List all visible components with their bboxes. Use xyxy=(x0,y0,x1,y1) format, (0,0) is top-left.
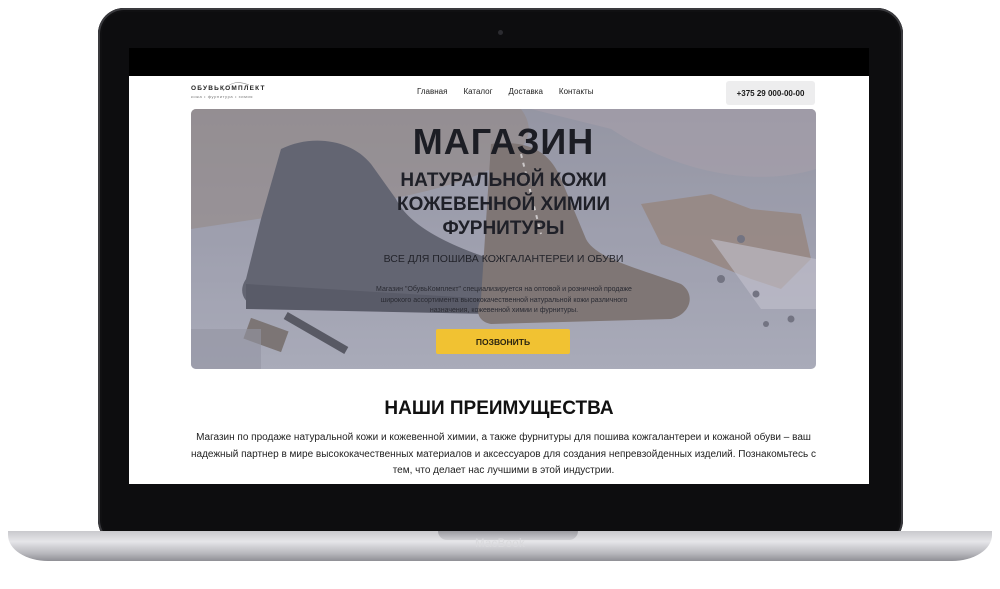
hero-banner: МАГАЗИН НАТУРАЛЬНОЙ КОЖИ КОЖЕВЕННОЙ ХИМИ… xyxy=(191,109,816,369)
hero-subtitle-line: НАТУРАЛЬНОЙ КОЖИ xyxy=(400,170,607,191)
logo[interactable]: ОБУВЬКОМПЛЕКТ кожа • фурнитура • химия xyxy=(191,82,266,99)
call-button[interactable]: ПОЗВОНИТЬ xyxy=(436,329,570,354)
advantages-text: Магазин по продаже натуральной кожи и ко… xyxy=(191,432,816,476)
hero-subtitle: НАТУРАЛЬНОЙ КОЖИ КОЖЕВЕННОЙ ХИМИИ ФУРНИТ… xyxy=(191,169,816,241)
nav-item-contacts[interactable]: Контакты xyxy=(559,87,594,96)
advantages-title: НАШИ ПРЕИМУЩЕСТВА xyxy=(384,398,614,419)
main-nav: Главная Каталог Доставка Контакты xyxy=(417,87,593,96)
hero-description: Магазин "ОбувьКомплект" специализируется… xyxy=(376,286,632,314)
camera-icon xyxy=(498,30,503,35)
nav-item-home[interactable]: Главная xyxy=(417,87,447,96)
nav-item-catalog[interactable]: Каталог xyxy=(463,87,492,96)
device-brand-label: MacBook xyxy=(474,538,526,550)
hero-tagline: ВСЕ ДЛЯ ПОШИВА КОЖГАЛАНТЕРЕИ И ОБУВИ xyxy=(383,253,624,265)
nav-item-delivery[interactable]: Доставка xyxy=(509,87,543,96)
site-header: ОБУВЬКОМПЛЕКТ кожа • фурнитура • химия Г… xyxy=(129,76,869,109)
logo-tagline: кожа • фурнитура • химия xyxy=(191,94,254,99)
hero-title: МАГАЗИН xyxy=(412,121,595,162)
website: ОБУВЬКОМПЛЕКТ кожа • фурнитура • химия Г… xyxy=(129,76,869,484)
laptop-screen: ОБУВЬКОМПЛЕКТ кожа • фурнитура • химия Г… xyxy=(129,48,869,484)
hero-subtitle-line: КОЖЕВЕННОЙ ХИМИИ xyxy=(397,194,610,215)
hero-subtitle-line: ФУРНИТУРЫ xyxy=(442,218,565,239)
phone-button[interactable]: +375 29 000-00-00 xyxy=(726,81,815,105)
logo-swirl-icon xyxy=(222,82,250,92)
